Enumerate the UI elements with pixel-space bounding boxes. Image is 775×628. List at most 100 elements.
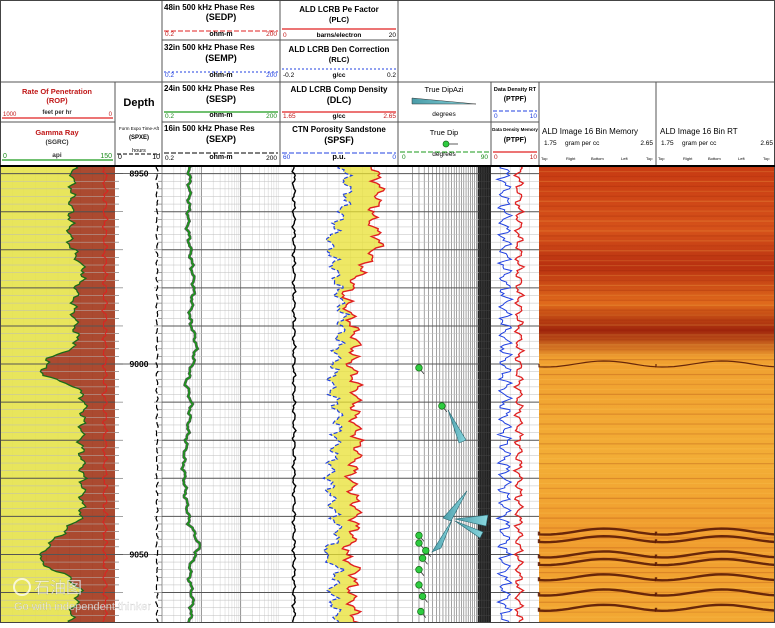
sexp-unit: ohm-m [209, 154, 232, 161]
img-mem-streak [539, 329, 656, 331]
img-mem-streak [539, 438, 656, 440]
img-rt-streak [656, 443, 775, 445]
img-mem-streak [539, 175, 656, 178]
img-mem-orient-top2: Top [646, 156, 653, 161]
img-mem-streak [539, 463, 656, 465]
spsf-left: 60 [283, 154, 291, 161]
img-mem-streak [539, 334, 656, 336]
gr-title: Gamma Ray [35, 128, 79, 137]
img-mem-unit: gram per cc [565, 140, 600, 147]
img-mem-streak [539, 294, 656, 296]
img-rt-orient-right: Right [683, 156, 693, 161]
img-mem-streak [539, 215, 656, 217]
img-rt-streak [656, 235, 775, 237]
img-rt-streak [656, 487, 775, 490]
img-rt-orient-top: Top [658, 156, 665, 161]
pore-mnemonic: (SPXE) [129, 135, 149, 141]
ptpf1-right: 10 [530, 113, 538, 120]
img-rt-streak [656, 324, 775, 326]
watermark-tagline: Go with independent thinker [14, 601, 151, 613]
img-rt-streak [656, 378, 775, 381]
track-density [280, 165, 398, 624]
img-mem-left: 1.75 [544, 140, 557, 147]
img-mem-streak [539, 304, 656, 306]
img-rt-streak [656, 596, 775, 598]
rop-unit: feet per hr [42, 110, 72, 116]
img-rt-streak [656, 423, 775, 425]
img-rt-streak [656, 170, 775, 173]
img-mem-streak [539, 596, 656, 598]
img-rt-streak [656, 463, 775, 465]
img-rt-streak [656, 205, 775, 207]
sedp-title: 48in 500 kHz Phase Res [164, 3, 255, 12]
dip-tadpole [418, 592, 427, 600]
img-mem-streak [539, 472, 656, 475]
img-rt-streak [656, 349, 775, 351]
semp-right: 200 [266, 72, 277, 79]
img-rt-streak [656, 468, 775, 470]
img-rt-streak [656, 482, 775, 485]
rlc-left: -0.2 [283, 72, 295, 79]
img-rt-streak [656, 368, 775, 371]
sesp-mnemonic: (SESP) [206, 94, 236, 104]
img-mem-streak [539, 502, 656, 504]
img-mem-streak [539, 339, 656, 341]
rop-title: Rate Of Penetration [22, 87, 92, 96]
img-mem-streak [539, 269, 656, 272]
track-gamma-ray [1, 165, 115, 624]
dlc-mnemonic: (DLC) [327, 95, 352, 105]
img-rt-right: 2.65 [760, 140, 773, 147]
dlc-right: 2.65 [383, 113, 396, 120]
dip-track-dark-band [479, 166, 491, 623]
sedp-mnemonic: (SEDP) [206, 12, 237, 22]
img-mem-streak [539, 468, 656, 470]
img-mem-streak [539, 403, 656, 405]
pore-unit: hours [132, 148, 146, 154]
ptpf2-mnemonic: (PTPF) [504, 137, 527, 144]
plc-mnemonic: (PLC) [329, 15, 349, 24]
img-rt-streak [656, 428, 775, 430]
semp-title: 32in 500 kHz Phase Res [164, 43, 255, 52]
ptpf1-title: Data Density RT [494, 87, 537, 93]
img-mem-streak [539, 428, 656, 430]
img-rt-streak [656, 319, 775, 321]
rlc-title: ALD LCRB Den Correction [289, 45, 390, 54]
img-mem-streak [539, 611, 656, 613]
gr-left: 0 [3, 153, 7, 160]
track-image-rt [654, 166, 775, 623]
img-rt-streak [656, 309, 775, 311]
img-rt-streak [656, 502, 775, 504]
img-mem-streak [539, 378, 656, 381]
img-rt-streak [656, 403, 775, 405]
sesp-left: 0.2 [165, 113, 174, 120]
plc-unit: barns/electron [317, 32, 362, 39]
img-rt-streak [656, 210, 775, 212]
dip-tadpole [438, 402, 446, 410]
img-rt-streak [656, 522, 775, 524]
img-mem-streak [539, 567, 656, 569]
img-rt-streak [656, 304, 775, 306]
img-rt-streak [656, 240, 775, 242]
img-mem-streak [539, 220, 656, 222]
img-rt-streak [656, 611, 775, 613]
img-mem-streak [539, 354, 656, 356]
img-mem-streak [539, 180, 656, 183]
img-mem-streak [539, 413, 656, 415]
img-mem-streak [539, 265, 656, 267]
dip-tadpole [415, 566, 423, 574]
truedip-title: True Dip [430, 128, 458, 137]
img-rt-streak [656, 616, 775, 618]
rop-mnemonic: (ROP) [46, 96, 68, 105]
img-rt-streak [656, 388, 775, 390]
img-mem-streak [539, 507, 656, 509]
img-mem-streak [539, 210, 656, 212]
img-rt-streak [656, 230, 775, 232]
img-rt-streak [656, 215, 775, 217]
img-mem-streak [539, 512, 656, 514]
img-rt-streak [656, 190, 775, 192]
img-mem-streak [539, 225, 656, 227]
depth-label: 8950 [130, 169, 149, 179]
img-rt-streak [656, 359, 775, 361]
img-mem-streak [539, 235, 656, 237]
img-mem-streak [539, 571, 656, 574]
